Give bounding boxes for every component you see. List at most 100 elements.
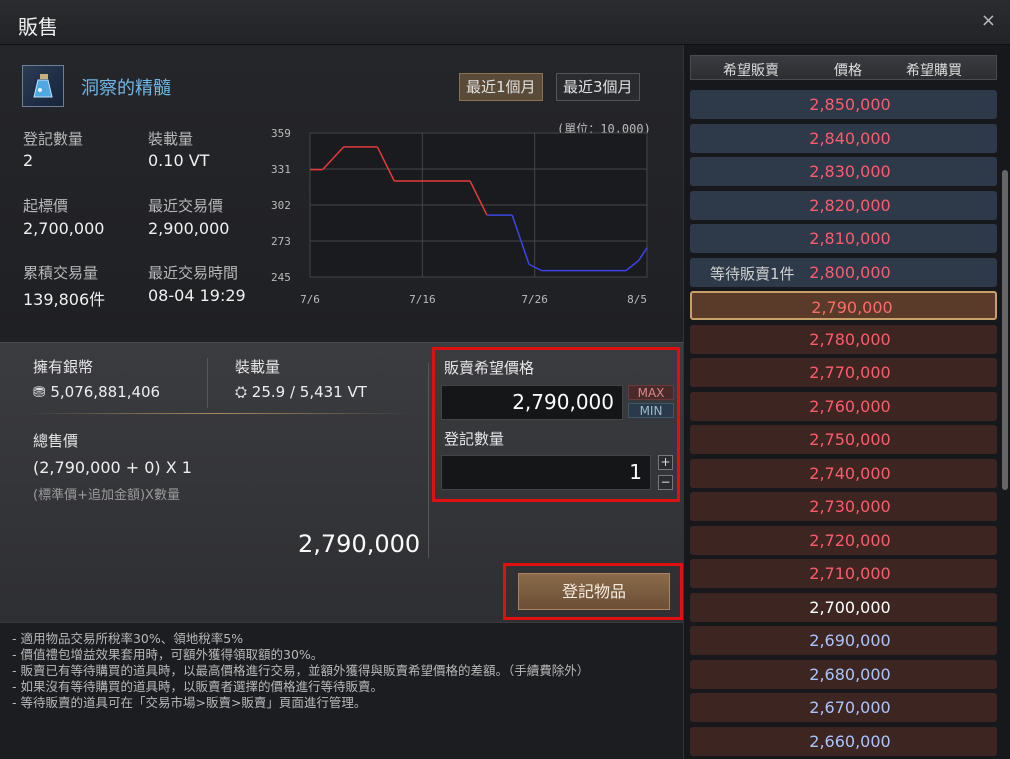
orderbook-row[interactable]: 2,700,000 [690,592,997,622]
close-icon[interactable]: × [981,10,996,31]
x-tick-label: 8/5 [627,293,647,306]
price-input[interactable]: 2,790,000 [441,385,623,420]
ornament-divider [25,413,410,414]
silver-label: 擁有銀幣 [33,358,94,376]
x-tick-label: 7/6 [300,293,320,306]
note-line: - 適用物品交易所稅率30%、領地稅率5% [12,631,244,646]
orderbook-row[interactable]: 2,680,000 [690,659,997,689]
orderbook-row[interactable]: 2,760,000 [690,391,997,421]
base-price-value: 2,700,000 [23,219,105,238]
silver-value: 5,076,881,406 [50,383,161,401]
orderbook-price: 2,830,000 [809,162,891,181]
price-label: 販賣希望價格 [444,359,535,377]
quantity-label: 登記數量 [444,430,505,448]
orderbook-price: 2,820,000 [809,195,891,215]
total-formula-note: (標準價+追加金額)X數量 [33,488,180,503]
register-item-button[interactable]: 登記物品 [518,573,670,610]
orderbook-row[interactable]: 2,790,000 [690,291,997,320]
orderbook-price: 2,780,000 [809,329,891,349]
last-time-label: 最近交易時間 [148,264,239,282]
last-price-value: 2,900,000 [148,219,230,238]
orderbook-row[interactable]: 2,730,000 [690,492,997,521]
y-tick-label: 331 [271,163,291,176]
pending-sell-count: 等待販賣1件 [710,264,795,283]
orderbook-row[interactable]: 2,820,000 [690,190,997,220]
y-tick-label: 245 [271,271,291,284]
orderbook-price: 2,790,000 [811,298,893,317]
orderbook-price: 2,740,000 [809,463,891,483]
orderbook-row[interactable]: 2,840,000 [690,123,997,153]
registered-label: 登記數量 [23,130,84,148]
last-price-label: 最近交易價 [148,197,224,215]
orderbook-price: 2,690,000 [809,631,891,650]
quantity-input[interactable]: 1 [441,455,651,490]
sell-panel: 洞察的精髓 最近1個月 最近3個月 登記數量 2 裝載量 0.10 VT 起標價… [0,45,683,759]
weight-icon: ⛭ [235,383,248,401]
orderbook-row[interactable]: 2,830,000 [690,157,997,186]
registered-value: 2 [23,151,34,170]
orderbook-row[interactable]: 2,810,000 [690,224,997,253]
x-tick-label: 7/26 [521,293,548,306]
orderbook-row[interactable]: 2,720,000 [690,525,997,555]
orderbook-price: 2,840,000 [809,128,891,148]
orderbook-price: 2,800,000 [809,262,891,282]
total-price-label: 總售價 [33,432,79,450]
orderbook-price: 2,670,000 [809,698,891,717]
orderbook-price: 2,720,000 [809,530,891,550]
min-price-button[interactable]: MIN [628,403,674,418]
window-titlebar: 販售 × [0,0,1010,45]
inventory-weight-row: ⛭ 25.9 / 5,431 VT [235,383,367,401]
inventory-weight-label: 裝載量 [235,358,281,376]
orderbook-price: 2,750,000 [809,430,891,449]
item-info-section: 洞察的精髓 最近1個月 最近3個月 登記數量 2 裝載量 0.10 VT 起標價… [0,45,683,342]
orderbook-row[interactable]: 等待販賣1件 2,800,000 [690,257,997,287]
period-1-month-button[interactable]: 最近1個月 [459,73,543,101]
orderbook-price: 2,770,000 [809,363,891,382]
quantity-decrease-button[interactable]: − [658,475,673,490]
silver-coin-icon: ⛃ [33,383,46,401]
orderbook-row[interactable]: 2,660,000 [690,726,997,756]
price-history-chart: 359 331 302 273 245 7/6 7/16 7/26 8/5 [271,127,648,306]
orderbook-row[interactable]: 2,780,000 [690,324,997,354]
orderbook-price: 2,850,000 [809,95,891,114]
y-tick-label: 273 [271,235,291,248]
note-line: - 販賣已有等待購買的道具時，以最高價格進行交易，並額外獲得與販賣希望價格的差額… [12,663,590,678]
item-weight-label: 裝載量 [148,130,194,148]
orderbook-row[interactable]: 2,770,000 [690,358,997,387]
note-line: - 價值禮包增益效果套用時，可額外獲得領取額的30%。 [12,647,324,662]
quantity-increase-button[interactable]: + [658,455,673,470]
orderbook-price: 2,660,000 [809,731,891,751]
orderbook-price: 2,700,000 [809,597,891,617]
orderbook-row[interactable]: 2,710,000 [690,559,997,588]
orderbook-scrollbar[interactable] [1002,170,1008,490]
notes-section: - 適用物品交易所稅率30%、領地稅率5% - 價值禮包增益效果套用時，可額外獲… [0,622,683,759]
potion-bottle-icon [22,65,64,107]
orderbook-row[interactable]: 2,750,000 [690,425,997,454]
y-tick-label: 359 [271,127,291,140]
y-tick-label: 302 [271,199,291,212]
header-price: 價格 [834,63,862,79]
orderbook-price: 2,730,000 [809,497,891,516]
header-sell: 希望販賣 [723,63,779,79]
item-weight-value: 0.10 VT [148,151,210,170]
inventory-weight-value: 25.9 / 5,431 VT [251,383,367,401]
note-line: - 如果沒有等待購買的道具時，以販賣者選擇的價格進行等待販賣。 [12,679,383,694]
orderbook-row[interactable]: 2,690,000 [690,626,997,655]
orderbook-row[interactable]: 2,670,000 [690,693,997,722]
total-formula: (2,790,000 + 0) X 1 [33,458,192,477]
base-price-label: 起標價 [23,197,69,215]
item-name: 洞察的精髓 [81,78,171,99]
period-3-month-button[interactable]: 最近3個月 [556,73,640,101]
window-title: 販售 [18,15,58,39]
orderbook-header: 希望販賣 價格 希望購買 [690,55,997,80]
total-trades-label: 累積交易量 [23,264,99,282]
max-price-button[interactable]: MAX [628,385,674,400]
note-line: - 等待販賣的道具可在「交易市場>販賣>販賣」頁面進行管理。 [12,695,367,710]
orderbook-row[interactable]: 2,740,000 [690,458,997,488]
orderbook-price: 2,680,000 [809,664,891,684]
orderbook-price: 2,710,000 [809,564,891,583]
total-price-value: 2,790,000 [298,530,421,558]
section-divider [428,363,429,558]
orderbook-row[interactable]: 2,850,000 [690,90,997,119]
vertical-divider [207,358,208,408]
